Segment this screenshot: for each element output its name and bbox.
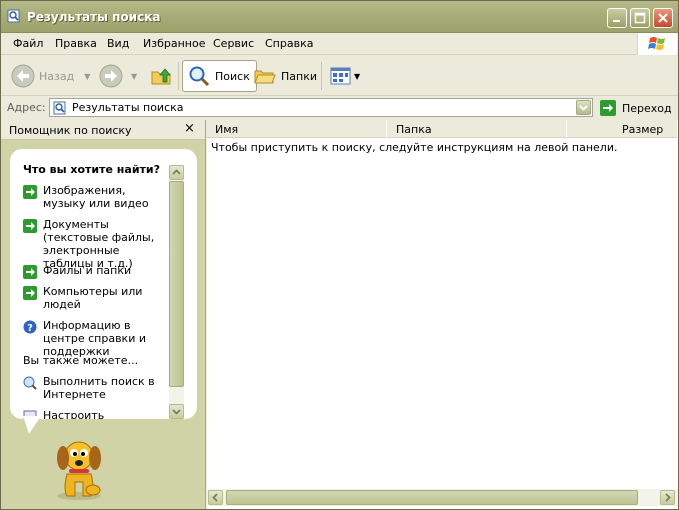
address-dropdown-button[interactable] (576, 100, 591, 115)
back-label: Назад (39, 69, 75, 83)
views-button[interactable]: ▼ (329, 60, 360, 92)
search-companion-header: Помощник по поиску × (1, 120, 205, 140)
option-media-label: Изображения, музыку или видео (43, 184, 149, 210)
go-button[interactable]: Переход (599, 99, 672, 117)
internet-search-icon (23, 376, 37, 390)
up-folder-button[interactable] (149, 60, 173, 92)
folders-label: Папки (281, 69, 317, 83)
option-customize-assistant[interactable]: Настроить помощника (23, 409, 168, 419)
magnifier-icon (189, 66, 210, 87)
scroll-right-button[interactable] (660, 490, 675, 505)
menu-help[interactable]: Справка (265, 37, 313, 50)
menu-file[interactable]: Файл (13, 37, 43, 50)
up-folder-icon (151, 68, 171, 85)
close-icon[interactable]: × (184, 121, 195, 136)
also-heading: Вы также можете... (23, 354, 139, 367)
companion-scrollbar[interactable] (169, 165, 184, 419)
search-dog-icon[interactable] (49, 432, 113, 502)
address-label: Адрес: (7, 101, 46, 114)
maximize-button[interactable] (630, 8, 650, 28)
address-input[interactable]: Результаты поиска (49, 98, 593, 117)
column-folder[interactable]: Папка (387, 120, 567, 138)
menu-favorites[interactable]: Избранное (143, 37, 205, 50)
chevron-left-icon (212, 493, 218, 502)
scroll-thumb[interactable] (169, 181, 184, 387)
results-hint: Чтобы приступить к поиску, следуйте инст… (211, 141, 618, 154)
column-name[interactable]: Имя (207, 120, 387, 138)
option-documents-label: Документы (текстовые файлы, электронные … (43, 218, 155, 270)
search-question: Что вы хотите найти? (23, 163, 160, 176)
chevron-down-icon (579, 105, 588, 111)
scroll-up-button[interactable] (169, 165, 184, 180)
column-size[interactable]: Размер (567, 120, 678, 138)
menu-edit[interactable]: Правка (55, 37, 97, 50)
forward-button[interactable]: ▼ (99, 60, 137, 92)
views-icon (330, 67, 351, 85)
search-companion-pane: Помощник по поиску × Что вы хотите найти… (1, 120, 206, 509)
option-computers-people[interactable]: Компьютеры или людей (23, 285, 168, 311)
address-bar: Адрес: Результаты поиска Переход (1, 97, 678, 119)
bubble-tail (23, 416, 41, 434)
scroll-left-button[interactable] (208, 490, 223, 505)
green-arrow-icon (23, 185, 37, 199)
close-button[interactable] (653, 8, 673, 28)
chevron-right-icon (665, 493, 671, 502)
option-files-folders-label: Файлы и папки (43, 264, 132, 277)
menu-bar: Файл Правка Вид Избранное Сервис Справка (1, 33, 678, 55)
back-arrow-icon (11, 64, 35, 88)
title-bar[interactable]: Результаты поиска (1, 1, 678, 33)
views-dropdown-icon[interactable]: ▼ (354, 72, 360, 81)
option-files-folders[interactable]: Файлы и папки (23, 264, 168, 279)
green-arrow-icon (23, 286, 37, 300)
option-media[interactable]: Изображения, музыку или видео (23, 184, 168, 210)
option-computers-people-label: Компьютеры или людей (43, 285, 143, 311)
go-label: Переход (622, 101, 672, 115)
results-horizontal-scrollbar[interactable] (207, 489, 678, 506)
help-icon: ? (23, 320, 37, 334)
search-folder-icon (7, 9, 20, 23)
green-arrow-icon (23, 265, 37, 279)
explorer-window: Результаты поиска Файл Правка Вид Избран… (0, 0, 679, 510)
close-icon (658, 13, 668, 23)
green-arrow-icon (23, 219, 37, 233)
back-button[interactable]: Назад ▼ (11, 60, 90, 92)
menu-tools[interactable]: Сервис (213, 37, 254, 50)
search-bubble: Что вы хотите найти? Изображения, музыку… (10, 149, 197, 419)
window-title: Результаты поиска (27, 10, 161, 24)
menu-view[interactable]: Вид (107, 37, 129, 50)
results-pane: Имя Папка Размер Чтобы приступить к поис… (207, 120, 678, 509)
address-value: Результаты поиска (72, 101, 184, 114)
toolbar-separator (321, 62, 322, 90)
forward-dropdown-icon[interactable]: ▼ (131, 72, 137, 81)
toolbar: Назад ▼ ▼ Поиск Папки ▼ (1, 56, 678, 96)
toolbar-separator (178, 62, 179, 90)
search-label: Поиск (215, 69, 250, 83)
minimize-button[interactable] (607, 8, 627, 28)
horizontal-scroll-thumb[interactable] (226, 490, 638, 505)
minimize-icon (613, 20, 620, 22)
chevron-down-icon (172, 409, 181, 415)
option-customize-assistant-label: Настроить помощника (43, 409, 105, 419)
chevron-up-icon (172, 169, 181, 175)
svg-text:?: ? (27, 323, 33, 334)
folders-button[interactable]: Папки (253, 60, 317, 92)
maximize-icon (634, 12, 646, 24)
go-arrow-icon (600, 100, 616, 116)
option-help-center-label: Информацию в центре справки и поддержки (43, 319, 146, 358)
option-help-center[interactable]: ? Информацию в центре справки и поддержк… (23, 319, 168, 358)
search-button[interactable]: Поиск (182, 60, 257, 92)
back-dropdown-icon[interactable]: ▼ (84, 72, 90, 81)
option-internet-search-label: Выполнить поиск в Интернете (43, 375, 155, 401)
option-internet-search[interactable]: Выполнить поиск в Интернете (23, 375, 168, 401)
option-documents[interactable]: Документы (текстовые файлы, электронные … (23, 218, 168, 270)
search-companion-title: Помощник по поиску (9, 124, 132, 137)
windows-logo-icon (637, 33, 677, 55)
search-results-icon (53, 101, 66, 115)
forward-arrow-icon (99, 64, 123, 88)
scroll-down-button[interactable] (169, 404, 184, 419)
folders-icon (254, 70, 276, 84)
